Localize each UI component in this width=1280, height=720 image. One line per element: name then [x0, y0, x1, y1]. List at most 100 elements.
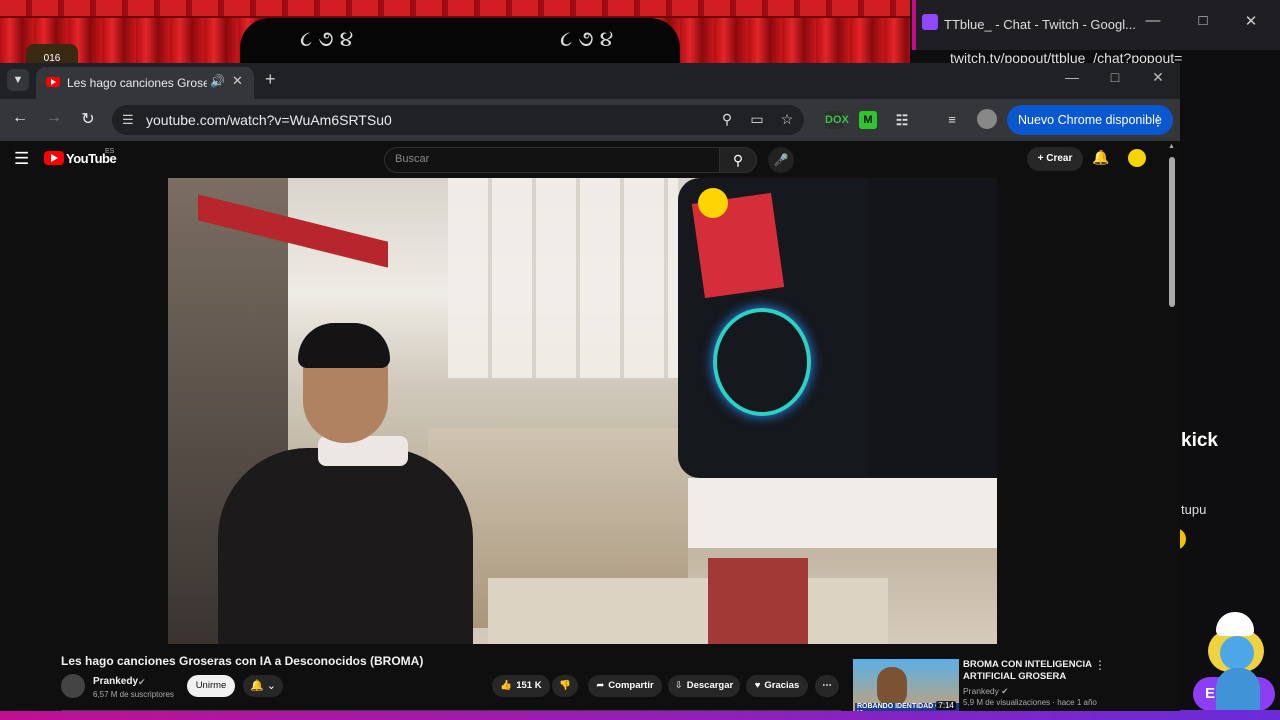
search-input[interactable]: Buscar	[384, 147, 720, 173]
recommended-channel-label: Prankedy	[963, 686, 999, 696]
thanks-icon: ♥	[754, 680, 761, 691]
smurfette-mascot	[1206, 612, 1270, 716]
microphone-icon[interactable]: 🎤	[768, 147, 794, 173]
description-divider	[61, 710, 841, 711]
speaker-light-ring	[713, 308, 811, 416]
more-actions-icon[interactable]: ⋯	[815, 675, 839, 697]
chrome-update-button[interactable]: Nuevo Chrome disponible ⋮	[1007, 105, 1173, 135]
like-button[interactable]: 👍 151 K	[492, 675, 550, 697]
join-button[interactable]: Unirme	[187, 675, 235, 697]
like-count: 151 K	[516, 680, 542, 691]
recommended-verified-icon: ✔	[1001, 686, 1009, 696]
account-avatar[interactable]	[1128, 149, 1146, 167]
chrome-minimize-icon[interactable]: —	[1058, 69, 1086, 85]
tab-search-icon[interactable]: ▼	[7, 69, 29, 91]
thumbs-up-icon: 👍	[500, 680, 513, 691]
twitch-chat-message: tupu	[1181, 502, 1207, 517]
mascot-body	[1216, 668, 1260, 716]
search-placeholder: Buscar	[395, 153, 430, 165]
create-button[interactable]: + Crear	[1027, 147, 1083, 171]
tab-close-icon[interactable]: ✕	[232, 73, 243, 89]
tab-title: Les hago canciones Groseras	[67, 76, 207, 90]
youtube-logo-icon[interactable]	[44, 151, 64, 165]
back-icon[interactable]: ←	[8, 109, 32, 127]
swirl-decoration-left: ૮ ૭ ૪	[300, 26, 354, 51]
chrome-window: ▼ Les hago canciones Groseras 🔊 ✕ + — □ …	[0, 63, 1180, 711]
dislike-button[interactable]: 👎	[552, 675, 578, 697]
overlay-badge: 016	[26, 44, 78, 64]
youtube-country-code: ES	[105, 148, 115, 155]
channel-avatar[interactable]	[61, 674, 85, 698]
subscription-bell-button[interactable]: 🔔 ⌄	[243, 675, 283, 697]
video-player[interactable]	[168, 178, 997, 644]
install-app-icon[interactable]: ▭	[746, 111, 768, 128]
forward-icon[interactable]: →	[42, 109, 66, 127]
tab-youtube-video[interactable]: Les hago canciones Groseras 🔊 ✕	[36, 67, 254, 99]
bookmark-star-icon[interactable]: ☆	[776, 111, 798, 128]
extension-dox-icon[interactable]: DOX	[825, 111, 849, 129]
page-scrollbar[interactable]: ▲	[1168, 143, 1176, 711]
chrome-toolbar: ← → ↻ ☰ youtube.com/watch?v=WuAm6SRTSu0 …	[0, 99, 1180, 141]
download-label: Descargar	[686, 680, 734, 691]
new-tab-button[interactable]: +	[265, 69, 276, 90]
address-url[interactable]: youtube.com/watch?v=WuAm6SRTSu0	[146, 112, 392, 128]
search-icon[interactable]: ⚲	[719, 147, 757, 173]
site-info-icon[interactable]: ☰	[122, 112, 134, 128]
recommended-video-thumbnail[interactable]: ROBANDO IDENTIDAD CON IA 7:14	[853, 659, 959, 711]
twitch-window-titlebar[interactable]: TTblue_ - Chat - Twitch - Googl... — □ ✕	[912, 0, 1280, 50]
recommended-channel-name[interactable]: Prankedy ✔	[963, 686, 1008, 697]
overlay-bottom-strip	[0, 710, 1280, 720]
twitch-icon	[922, 14, 938, 30]
chrome-menu-icon[interactable]: ⋮	[1151, 105, 1165, 135]
download-icon: ⇩	[674, 680, 683, 691]
video-scene-speaker	[678, 178, 893, 478]
mascot-hat	[1216, 612, 1254, 636]
profile-avatar[interactable]	[977, 109, 997, 129]
thumbs-down-icon: 👎	[559, 680, 571, 691]
extensions-puzzle-icon[interactable]: ☷	[893, 111, 911, 129]
video-scene-ceiling	[448, 178, 678, 378]
scrollbar-thumb[interactable]	[1169, 157, 1175, 307]
swirl-decoration-right: ૮ ૭ ૪	[560, 26, 614, 51]
share-icon: ➦	[596, 680, 605, 691]
download-button[interactable]: ⇩ Descargar	[668, 675, 740, 697]
video-scene-box	[708, 558, 808, 644]
twitch-window-title: TTblue_ - Chat - Twitch - Googl...	[944, 17, 1136, 32]
curtain-valance	[0, 0, 910, 18]
notifications-bell-icon[interactable]: 🔔	[1092, 149, 1109, 166]
chrome-maximize-icon[interactable]: □	[1101, 69, 1129, 85]
zoom-icon[interactable]: ⚲	[716, 111, 738, 128]
video-info-section: Les hago canciones Groseras con IA a Des…	[0, 644, 1168, 711]
tab-bar: ▼ Les hago canciones Groseras 🔊 ✕ + — □ …	[0, 63, 1180, 99]
thumbnail-person	[877, 667, 907, 707]
recommended-more-icon[interactable]: ⋮	[1094, 658, 1106, 672]
address-bar[interactable]: ☰ youtube.com/watch?v=WuAm6SRTSu0 ⚲ ▭ ☆	[112, 105, 804, 135]
scroll-up-icon[interactable]: ▲	[1168, 143, 1175, 150]
video-scene-shelf	[688, 478, 997, 548]
video-person-body	[218, 448, 473, 644]
recommended-video-title[interactable]: BROMA CON INTELIGENCIA ARTIFICIAL GROSER…	[963, 659, 1093, 683]
maximize-icon[interactable]: □	[1188, 12, 1218, 29]
video-scene-floor	[488, 578, 888, 644]
extension-m-icon[interactable]: M	[859, 111, 877, 129]
minimize-icon[interactable]: —	[1138, 12, 1168, 29]
speaker-smiley-sticker	[698, 188, 728, 218]
stage-curtain-overlay: ૮ ૭ ૪ ૮ ૭ ૪ 016	[0, 0, 910, 64]
share-button[interactable]: ➦ Compartir	[588, 675, 662, 697]
subscriber-count: 6,57 M de suscriptores	[93, 690, 174, 699]
close-icon[interactable]: ✕	[1236, 12, 1266, 30]
mascot-face	[1220, 636, 1254, 670]
channel-name[interactable]: Prankedy	[93, 676, 138, 687]
reload-icon[interactable]: ↻	[76, 109, 100, 129]
thanks-button[interactable]: ♥ Gracias	[746, 675, 808, 697]
video-scene-speaker-2	[868, 178, 997, 478]
media-controls-icon[interactable]: ≡	[943, 111, 961, 129]
menu-hamburger-icon[interactable]: ☰	[14, 149, 29, 169]
share-label: Compartir	[608, 680, 654, 691]
recommended-video-meta: 5,9 M de visualizaciones · hace 1 año	[963, 698, 1097, 707]
chrome-close-icon[interactable]: ✕	[1144, 69, 1172, 86]
verified-badge-icon: ✔	[138, 677, 146, 687]
video-duration: 7:14	[936, 701, 956, 710]
video-title: Les hago canciones Groseras con IA a Des…	[61, 654, 424, 668]
audio-playing-icon[interactable]: 🔊	[210, 74, 225, 88]
